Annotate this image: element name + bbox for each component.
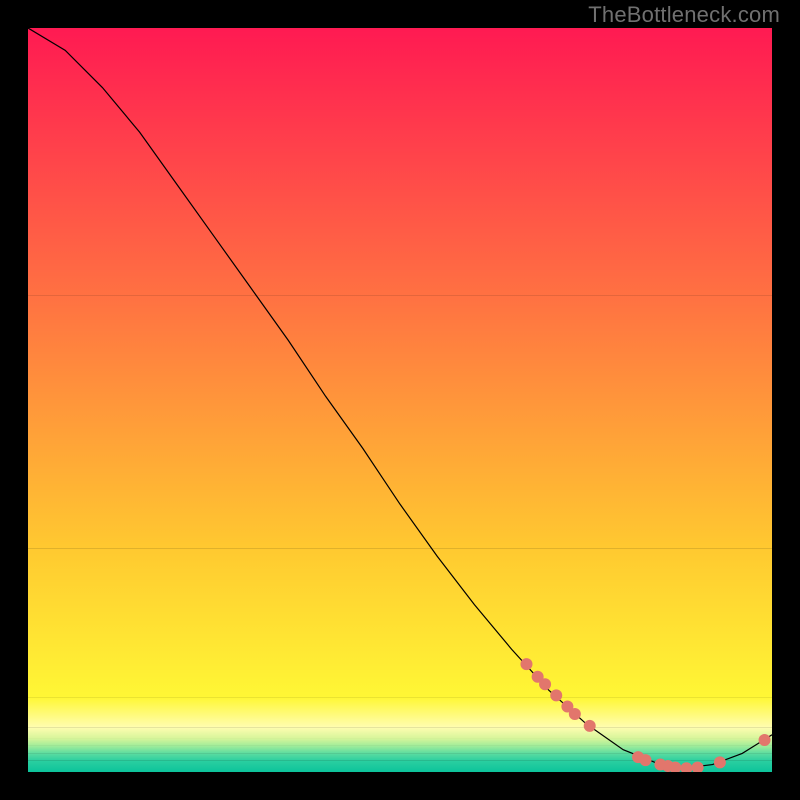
data-marker [584, 720, 596, 732]
data-marker [539, 678, 551, 690]
chart-container: TheBottleneck.com [0, 0, 800, 800]
data-marker [550, 689, 562, 701]
chart-svg [28, 28, 772, 772]
data-marker [640, 754, 652, 766]
gradient-band [28, 746, 772, 753]
data-marker [714, 756, 726, 768]
data-marker [520, 658, 532, 670]
gradient-band [28, 296, 772, 549]
watermark-text: TheBottleneck.com [588, 2, 780, 28]
gradient-band [28, 739, 772, 746]
gradient-band [28, 698, 772, 728]
gradient-band [28, 727, 772, 738]
data-marker [569, 708, 581, 720]
gradient-band [28, 549, 772, 698]
data-marker [759, 734, 771, 746]
gradient-band [28, 28, 772, 296]
plot-area [28, 28, 772, 772]
